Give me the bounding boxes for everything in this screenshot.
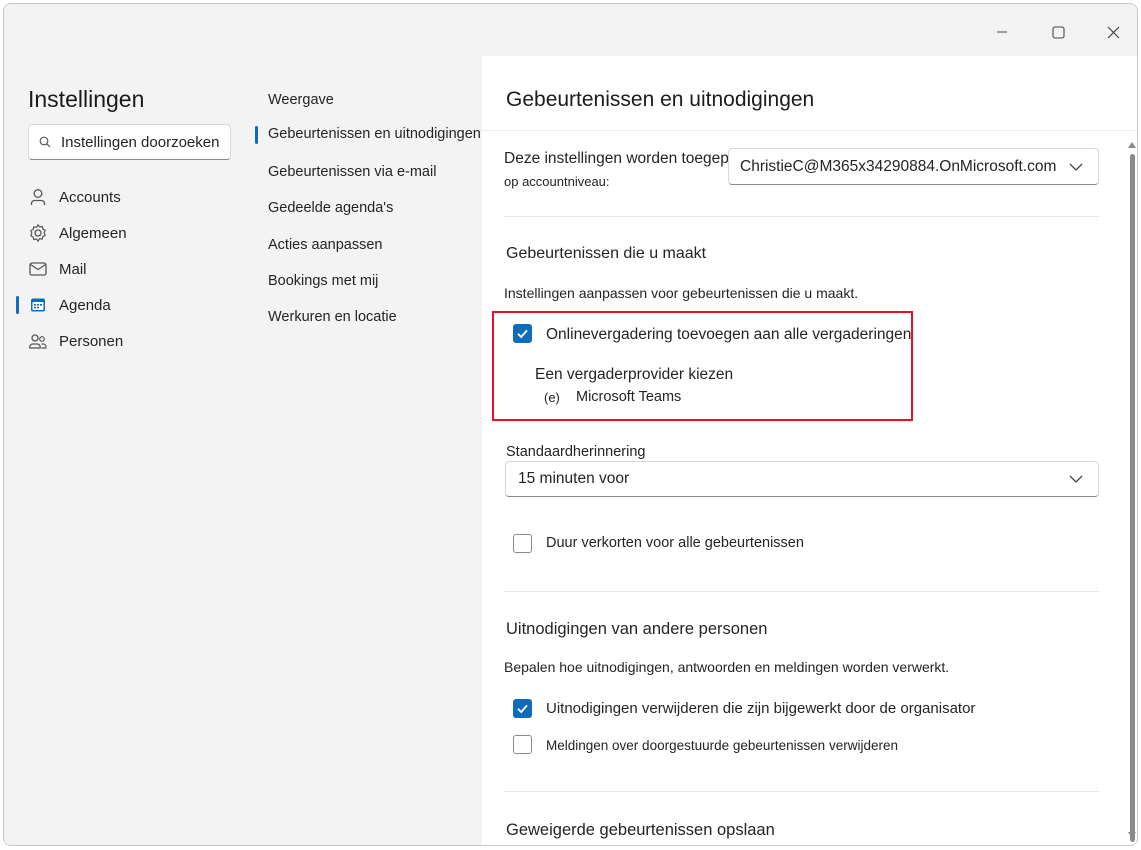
provider-label: Een vergaderprovider kiezen xyxy=(535,366,734,383)
chevron-down-icon xyxy=(1069,163,1083,171)
delete-updated-checkbox[interactable] xyxy=(513,699,532,718)
section-divider xyxy=(504,216,1099,217)
nav-item-algemeen[interactable]: Algemeen xyxy=(28,218,238,248)
nav-item-label: Personen xyxy=(59,332,124,350)
mail-icon xyxy=(28,259,48,279)
nav-item-label: Algemeen xyxy=(59,224,127,242)
online-meeting-label: Onlinevergadering toevoegen aan alle ver… xyxy=(546,326,912,343)
agenda-subnav: Weergave Gebeurtenissen en uitnodigingen… xyxy=(254,56,482,845)
settings-search[interactable] xyxy=(28,124,231,160)
section-heading: Gebeurtenissen die u maakt xyxy=(506,245,707,262)
reminder-dropdown[interactable]: 15 minuten voor xyxy=(505,461,1099,497)
scrollbar-thumb[interactable] xyxy=(1130,154,1135,842)
section-heading: Uitnodigingen van andere personen xyxy=(506,620,768,638)
delete-forwarded-label: Meldingen over doorgestuurde gebeurtenis… xyxy=(546,738,898,753)
subnav-item-acties-aanpassen[interactable]: Acties aanpassen xyxy=(268,237,382,253)
settings-window: Instellingen Accounts Algemeen Mail xyxy=(3,3,1138,846)
account-label-2: op accountniveau: xyxy=(504,174,610,189)
delete-forwarded-checkbox[interactable] xyxy=(513,735,532,754)
reminder-value: 15 minuten voor xyxy=(518,470,630,487)
section-divider xyxy=(504,591,1099,592)
close-icon xyxy=(1107,26,1119,38)
subnav-item-bookings[interactable]: Bookings met mij xyxy=(268,273,378,289)
calendar-icon xyxy=(28,295,48,315)
maximize-button[interactable] xyxy=(1038,18,1078,46)
section-description: Instellingen aanpassen voor gebeurteniss… xyxy=(504,285,859,301)
minimize-button[interactable] xyxy=(982,18,1022,46)
checkmark-icon xyxy=(517,329,528,339)
scroll-up-icon[interactable] xyxy=(1128,142,1136,148)
subnav-item-gebeurtenissen-uitnodigingen[interactable]: Gebeurtenissen en uitnodigingen xyxy=(255,126,481,144)
shorten-duration-checkbox[interactable] xyxy=(513,534,532,553)
people-icon xyxy=(28,331,48,351)
nav-item-mail[interactable]: Mail xyxy=(28,254,238,284)
title-bar xyxy=(4,4,1137,56)
nav-item-accounts[interactable]: Accounts xyxy=(28,182,238,212)
checkmark-icon xyxy=(517,704,528,714)
search-input[interactable] xyxy=(61,133,221,151)
chevron-down-icon xyxy=(1069,475,1083,483)
subnav-item-gedeelde-agendas[interactable]: Gedeelde agenda's xyxy=(268,200,393,216)
nav-item-label: Agenda xyxy=(59,296,111,314)
provider-value: Microsoft Teams xyxy=(576,389,682,405)
subnav-item-weergave[interactable]: Weergave xyxy=(268,92,334,108)
section-divider xyxy=(504,791,1099,792)
section-heading: Geweigerde gebeurtenissen opslaan xyxy=(506,821,775,839)
search-icon xyxy=(39,136,51,148)
shorten-duration-label: Duur verkorten voor alle gebeurtenissen xyxy=(546,535,804,551)
nav-item-label: Accounts xyxy=(59,188,121,206)
account-label: Deze instellingen worden toegepast xyxy=(504,150,750,167)
nav-item-label: Mail xyxy=(59,260,87,278)
settings-title: Instellingen xyxy=(28,86,145,112)
person-icon xyxy=(28,187,48,207)
account-dropdown[interactable]: ChristieC@M365x34290884.OnMicrosoft.com xyxy=(728,148,1099,185)
minimize-icon xyxy=(997,31,1007,33)
title-divider xyxy=(482,130,1137,131)
close-button[interactable] xyxy=(1093,18,1133,46)
nav-item-agenda[interactable]: Agenda xyxy=(16,290,238,320)
nav-item-personen[interactable]: Personen xyxy=(28,326,238,356)
settings-nav: Instellingen Accounts Algemeen Mail xyxy=(4,56,254,845)
gear-icon xyxy=(28,223,48,243)
online-meeting-checkbox[interactable] xyxy=(513,324,532,343)
scroll-down-icon[interactable] xyxy=(1128,832,1136,838)
account-value: ChristieC@M365x34290884.OnMicrosoft.com xyxy=(740,157,1057,175)
subnav-item-werkuren[interactable]: Werkuren en locatie xyxy=(268,309,397,325)
delete-updated-label: Uitnodigingen verwijderen die zijn bijge… xyxy=(546,700,976,717)
reminder-label: Standaardherinnering xyxy=(506,444,646,460)
page-title: Gebeurtenissen en uitnodigingen xyxy=(506,88,815,111)
provider-radio-icon[interactable]: (e) xyxy=(544,390,560,405)
section-description: Bepalen hoe uitnodigingen, antwoorden en… xyxy=(504,659,950,675)
maximize-icon xyxy=(1051,25,1065,39)
settings-content: Gebeurtenissen en uitnodigingen Deze ins… xyxy=(482,56,1137,845)
subnav-item-gebeurtenissen-email[interactable]: Gebeurtenissen via e-mail xyxy=(268,164,436,180)
